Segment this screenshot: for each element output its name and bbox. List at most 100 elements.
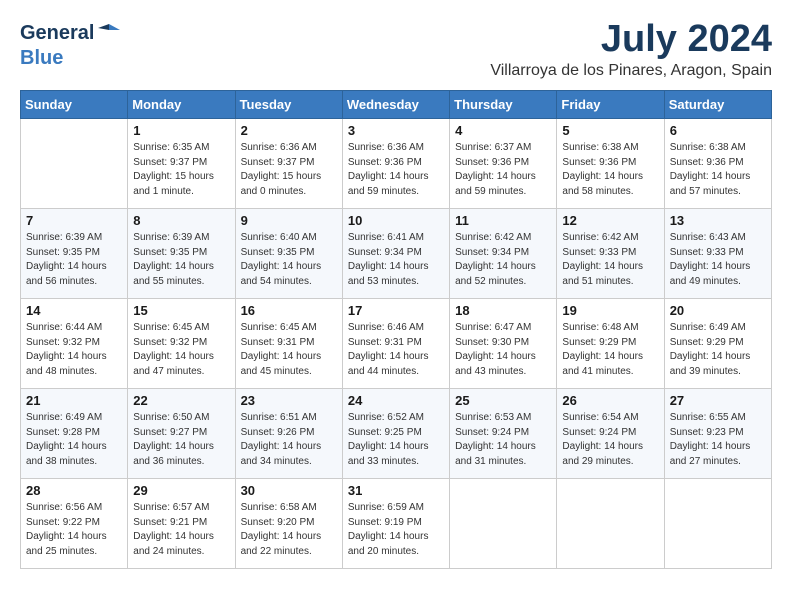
table-cell: 6 Sunrise: 6:38 AMSunset: 9:36 PMDaylight… xyxy=(664,119,771,209)
table-cell: 19 Sunrise: 6:48 AMSunset: 9:29 PMDayligh… xyxy=(557,299,664,389)
table-cell xyxy=(664,479,771,569)
logo-bird-icon xyxy=(98,20,120,42)
day-number: 27 xyxy=(670,393,766,408)
table-cell: 17Sunrise: 6:46 AMSunset: 9:31 PMDayligh… xyxy=(342,299,449,389)
day-number: 15 xyxy=(133,303,229,318)
day-info: Sunrise: 6:59 AMSunset: 9:19 PMDaylight:… xyxy=(348,501,444,559)
table-cell: 13Sunrise: 6:43 AMSunset: 9:33 PMDayligh… xyxy=(664,209,771,299)
col-monday: Monday xyxy=(128,91,235,119)
day-info: Sunrise: 6:45 AMSunset: 9:32 PMDaylight:… xyxy=(133,321,229,379)
day-info: Sunrise: 6:47 AMSunset: 9:30 PMDaylight:… xyxy=(455,321,551,379)
day-info: Sunrise: 6:37 AMSunset: 9:36 PMDaylight:… xyxy=(455,141,551,199)
day-number: 19 xyxy=(562,303,658,318)
day-number: 26 xyxy=(562,393,658,408)
table-cell: 3 Sunrise: 6:36 AMSunset: 9:36 PMDaylight… xyxy=(342,119,449,209)
day-number: 29 xyxy=(133,483,229,498)
day-number: 23 xyxy=(241,393,337,408)
table-cell xyxy=(21,119,128,209)
title-block: July 2024 Villarroya de los Pinares, Ara… xyxy=(490,20,772,80)
col-sunday: Sunday xyxy=(21,91,128,119)
logo-general: General xyxy=(20,22,94,45)
day-info: Sunrise: 6:49 AMSunset: 9:28 PMDaylight:… xyxy=(26,411,122,469)
day-number: 22 xyxy=(133,393,229,408)
week-row-1: 1 Sunrise: 6:35 AMSunset: 9:37 PMDaylight… xyxy=(21,119,772,209)
week-row-2: 7 Sunrise: 6:39 AMSunset: 9:35 PMDaylight… xyxy=(21,209,772,299)
table-cell: 10 Sunrise: 6:41 AMSunset: 9:34 PMDayligh… xyxy=(342,209,449,299)
table-cell: 16Sunrise: 6:45 AMSunset: 9:31 PMDayligh… xyxy=(235,299,342,389)
table-cell: 5Sunrise: 6:38 AMSunset: 9:36 PMDaylight… xyxy=(557,119,664,209)
day-info: Sunrise: 6:41 AMSunset: 9:34 PMDaylight:… xyxy=(348,231,444,289)
table-cell: 20 Sunrise: 6:49 AMSunset: 9:29 PMDayligh… xyxy=(664,299,771,389)
logo-blue: Blue xyxy=(20,47,63,69)
week-row-4: 21Sunrise: 6:49 AMSunset: 9:28 PMDayligh… xyxy=(21,389,772,479)
calendar-table: Sunday Monday Tuesday Wednesday Thursday… xyxy=(20,90,772,569)
table-cell: 23 Sunrise: 6:51 AMSunset: 9:26 PMDayligh… xyxy=(235,389,342,479)
day-number: 10 xyxy=(348,213,444,228)
week-row-3: 14Sunrise: 6:44 AMSunset: 9:32 PMDayligh… xyxy=(21,299,772,389)
table-cell: 21Sunrise: 6:49 AMSunset: 9:28 PMDayligh… xyxy=(21,389,128,479)
table-cell xyxy=(557,479,664,569)
day-info: Sunrise: 6:38 AMSunset: 9:36 PMDaylight:… xyxy=(670,141,766,199)
table-cell: 29 Sunrise: 6:57 AMSunset: 9:21 PMDayligh… xyxy=(128,479,235,569)
logo: General Blue xyxy=(20,20,120,70)
day-number: 6 xyxy=(670,123,766,138)
table-cell: 25 Sunrise: 6:53 AMSunset: 9:24 PMDayligh… xyxy=(450,389,557,479)
day-info: Sunrise: 6:56 AMSunset: 9:22 PMDaylight:… xyxy=(26,501,122,559)
day-info: Sunrise: 6:53 AMSunset: 9:24 PMDaylight:… xyxy=(455,411,551,469)
day-info: Sunrise: 6:36 AMSunset: 9:36 PMDaylight:… xyxy=(348,141,444,199)
week-row-5: 28 Sunrise: 6:56 AMSunset: 9:22 PMDayligh… xyxy=(21,479,772,569)
table-cell xyxy=(450,479,557,569)
table-cell: 28 Sunrise: 6:56 AMSunset: 9:22 PMDayligh… xyxy=(21,479,128,569)
table-cell: 8Sunrise: 6:39 AMSunset: 9:35 PMDaylight… xyxy=(128,209,235,299)
day-info: Sunrise: 6:52 AMSunset: 9:25 PMDaylight:… xyxy=(348,411,444,469)
day-number: 20 xyxy=(670,303,766,318)
day-number: 25 xyxy=(455,393,551,408)
col-wednesday: Wednesday xyxy=(342,91,449,119)
day-number: 17 xyxy=(348,303,444,318)
table-cell: 26 Sunrise: 6:54 AMSunset: 9:24 PMDayligh… xyxy=(557,389,664,479)
day-number: 11 xyxy=(455,213,551,228)
day-number: 3 xyxy=(348,123,444,138)
month-year-title: July 2024 xyxy=(490,20,772,58)
day-number: 30 xyxy=(241,483,337,498)
day-info: Sunrise: 6:49 AMSunset: 9:29 PMDaylight:… xyxy=(670,321,766,379)
day-info: Sunrise: 6:54 AMSunset: 9:24 PMDaylight:… xyxy=(562,411,658,469)
day-info: Sunrise: 6:48 AMSunset: 9:29 PMDaylight:… xyxy=(562,321,658,379)
day-number: 14 xyxy=(26,303,122,318)
day-number: 8 xyxy=(133,213,229,228)
day-number: 18 xyxy=(455,303,551,318)
calendar-header-row: Sunday Monday Tuesday Wednesday Thursday… xyxy=(21,91,772,119)
table-cell: 15 Sunrise: 6:45 AMSunset: 9:32 PMDayligh… xyxy=(128,299,235,389)
table-cell: 31Sunrise: 6:59 AMSunset: 9:19 PMDayligh… xyxy=(342,479,449,569)
day-info: Sunrise: 6:36 AMSunset: 9:37 PMDaylight:… xyxy=(241,141,337,199)
day-number: 4 xyxy=(455,123,551,138)
day-number: 7 xyxy=(26,213,122,228)
table-cell: 2Sunrise: 6:36 AMSunset: 9:37 PMDaylight… xyxy=(235,119,342,209)
table-cell: 11 Sunrise: 6:42 AMSunset: 9:34 PMDayligh… xyxy=(450,209,557,299)
table-cell: 12Sunrise: 6:42 AMSunset: 9:33 PMDayligh… xyxy=(557,209,664,299)
day-number: 28 xyxy=(26,483,122,498)
day-info: Sunrise: 6:55 AMSunset: 9:23 PMDaylight:… xyxy=(670,411,766,469)
day-info: Sunrise: 6:42 AMSunset: 9:34 PMDaylight:… xyxy=(455,231,551,289)
day-info: Sunrise: 6:50 AMSunset: 9:27 PMDaylight:… xyxy=(133,411,229,469)
table-cell: 30Sunrise: 6:58 AMSunset: 9:20 PMDayligh… xyxy=(235,479,342,569)
location-title: Villarroya de los Pinares, Aragon, Spain xyxy=(490,62,772,80)
day-number: 13 xyxy=(670,213,766,228)
day-number: 1 xyxy=(133,123,229,138)
col-friday: Friday xyxy=(557,91,664,119)
table-cell: 9Sunrise: 6:40 AMSunset: 9:35 PMDaylight… xyxy=(235,209,342,299)
col-thursday: Thursday xyxy=(450,91,557,119)
day-info: Sunrise: 6:57 AMSunset: 9:21 PMDaylight:… xyxy=(133,501,229,559)
day-number: 24 xyxy=(348,393,444,408)
day-info: Sunrise: 6:51 AMSunset: 9:26 PMDaylight:… xyxy=(241,411,337,469)
day-info: Sunrise: 6:40 AMSunset: 9:35 PMDaylight:… xyxy=(241,231,337,289)
table-cell: 22 Sunrise: 6:50 AMSunset: 9:27 PMDayligh… xyxy=(128,389,235,479)
day-info: Sunrise: 6:35 AMSunset: 9:37 PMDaylight:… xyxy=(133,141,229,199)
day-info: Sunrise: 6:38 AMSunset: 9:36 PMDaylight:… xyxy=(562,141,658,199)
day-info: Sunrise: 6:39 AMSunset: 9:35 PMDaylight:… xyxy=(26,231,122,289)
day-info: Sunrise: 6:45 AMSunset: 9:31 PMDaylight:… xyxy=(241,321,337,379)
table-cell: 1 Sunrise: 6:35 AMSunset: 9:37 PMDaylight… xyxy=(128,119,235,209)
table-cell: 27 Sunrise: 6:55 AMSunset: 9:23 PMDayligh… xyxy=(664,389,771,479)
table-cell: 24 Sunrise: 6:52 AMSunset: 9:25 PMDayligh… xyxy=(342,389,449,479)
col-saturday: Saturday xyxy=(664,91,771,119)
